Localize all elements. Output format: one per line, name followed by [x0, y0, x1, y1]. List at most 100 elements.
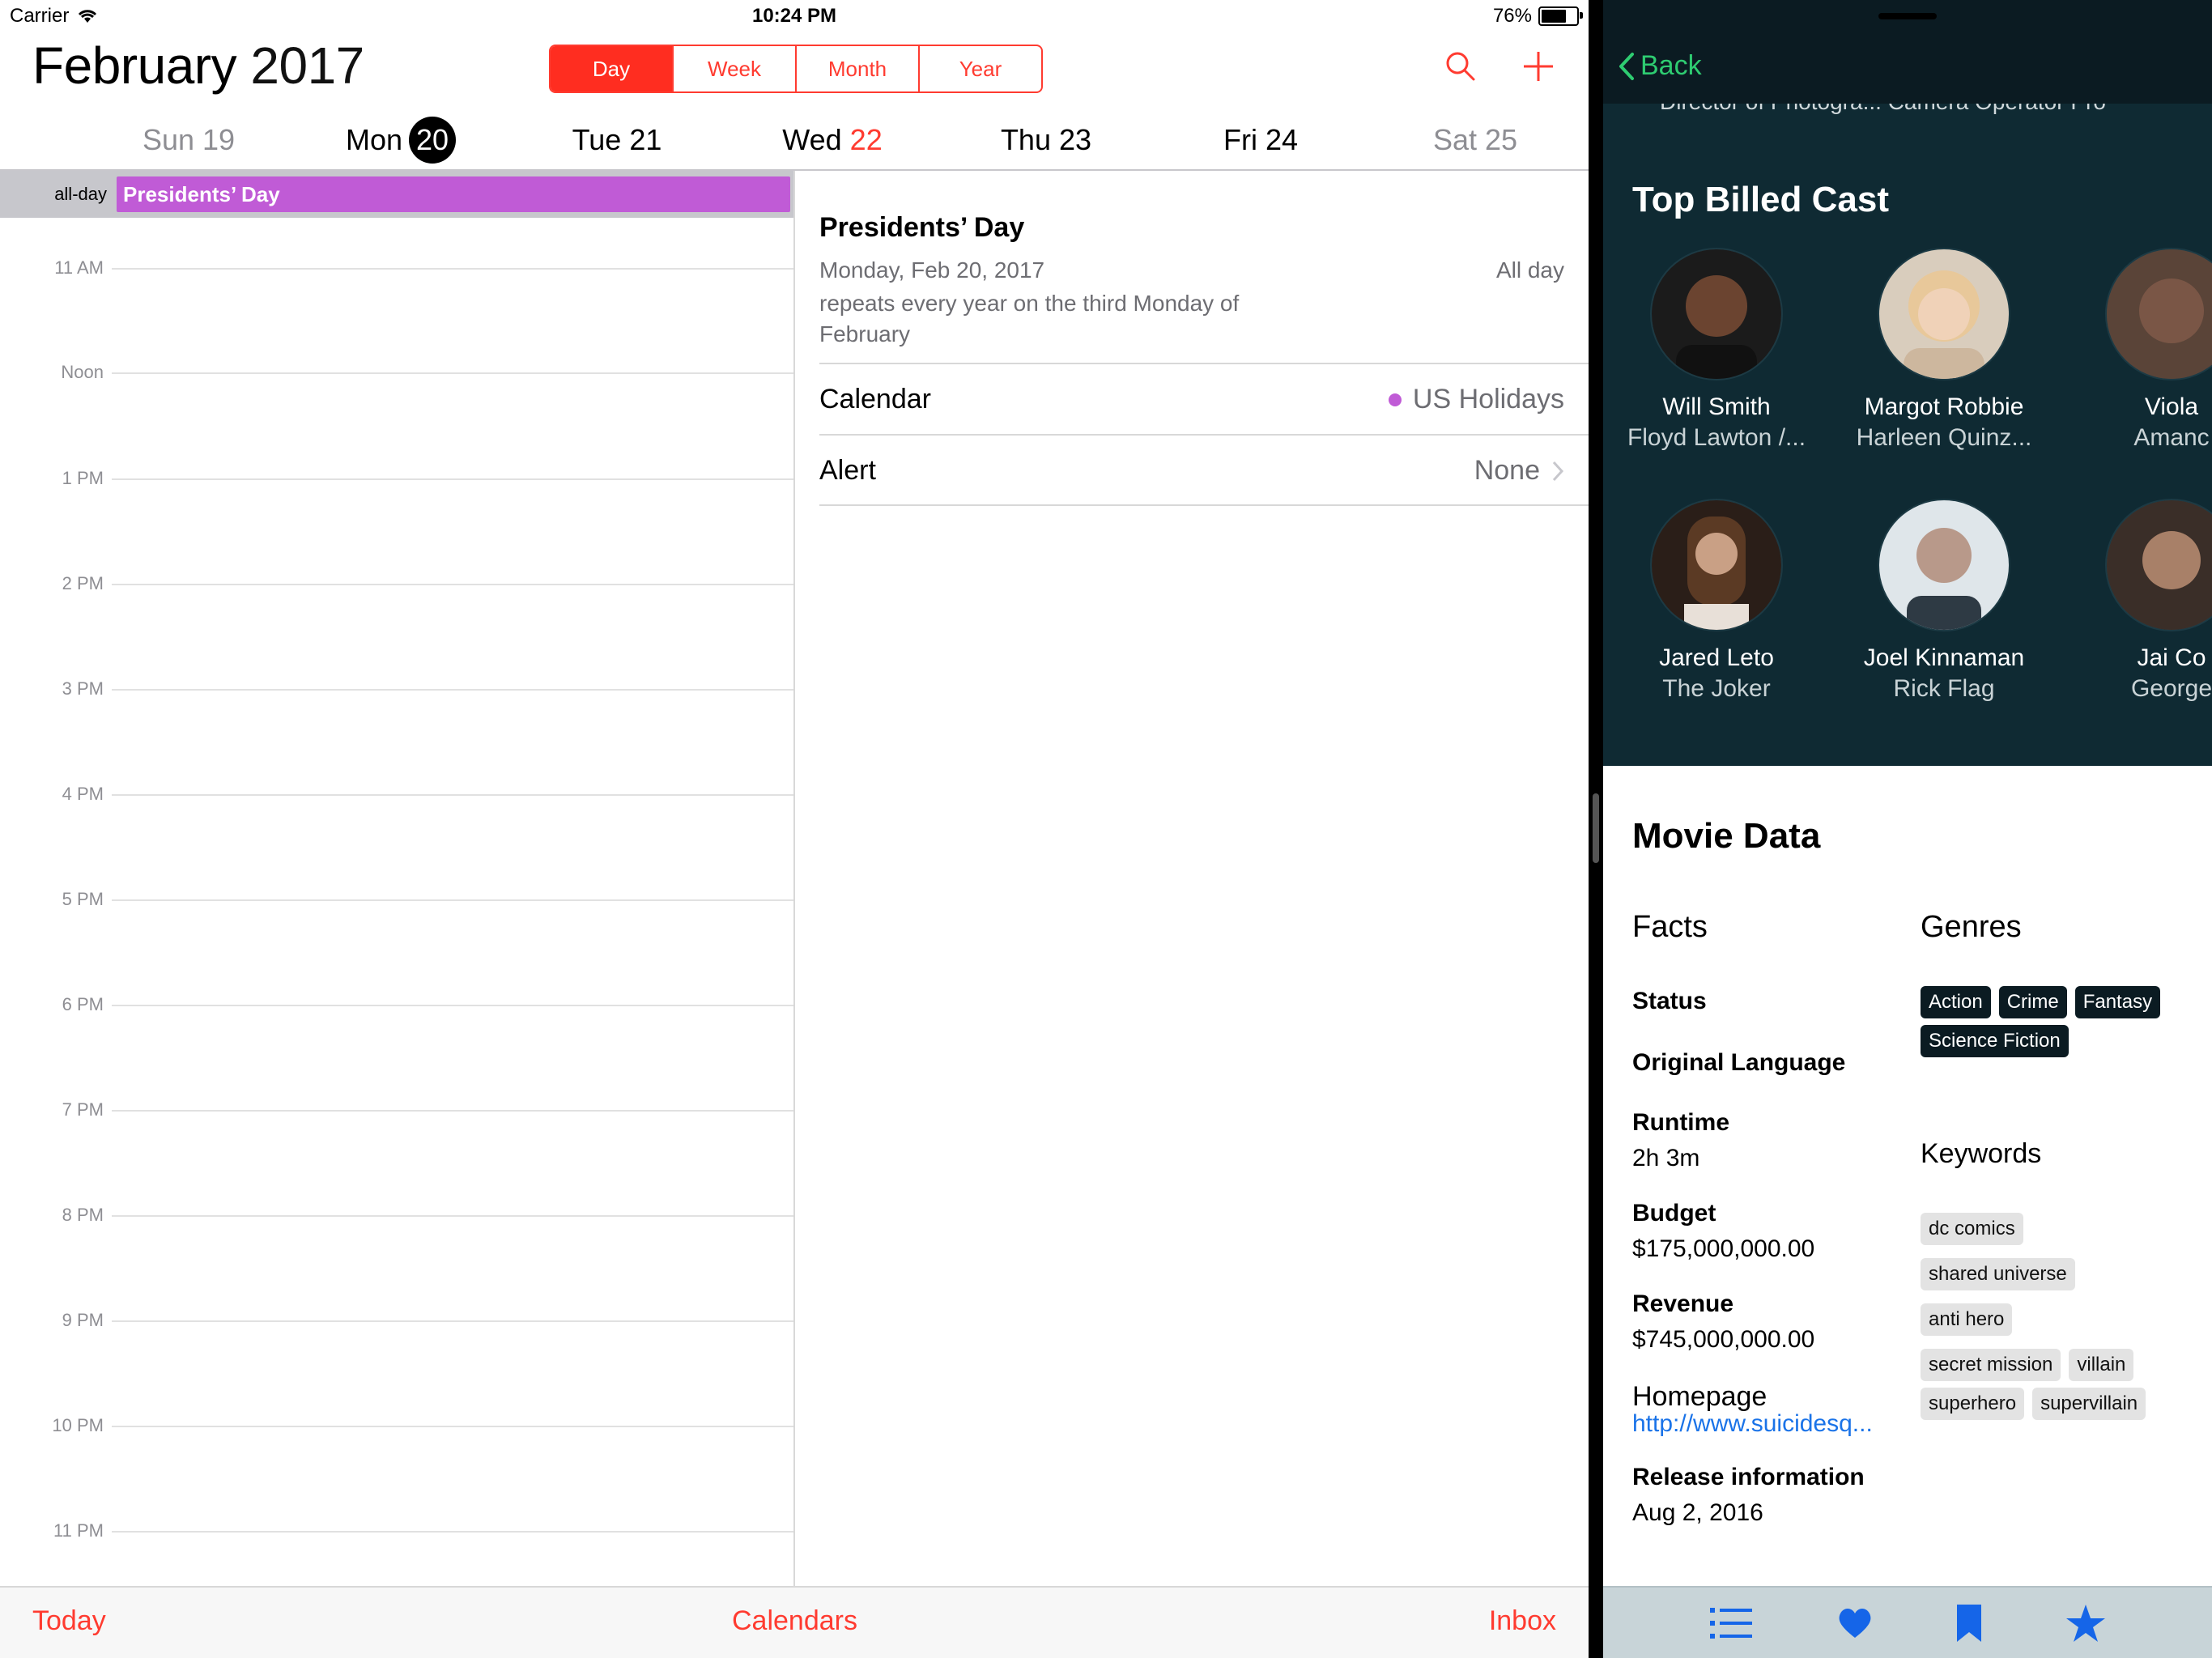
bookmark-icon[interactable] [1957, 1604, 1982, 1642]
runtime-label: Runtime [1632, 1109, 1729, 1136]
keyword-chip[interactable]: supervillain [2032, 1388, 2146, 1420]
genres-heading: Genres [1921, 910, 2022, 944]
cast-name: Margot Robbie [1864, 393, 2024, 420]
homepage-label: Homepage [1632, 1381, 1767, 1412]
keyword-chip[interactable]: shared universe [1921, 1258, 2075, 1290]
hour-line [112, 372, 793, 374]
cast-role: Amanc [2133, 424, 2210, 451]
runtime-value: 2h 3m [1632, 1145, 1700, 1171]
split-view-divider[interactable] [1589, 0, 1603, 1658]
day-fri[interactable]: Fri 24 [1155, 113, 1366, 167]
hour-label: 9 PM [62, 1310, 104, 1330]
cast-card[interactable]: Joel Kinnaman Rick Flag [1831, 499, 2057, 703]
day-wed-today[interactable]: Wed 22 [727, 113, 938, 167]
hour-row: 6 PM [0, 994, 793, 1014]
day-name: Fri [1223, 123, 1257, 156]
search-button[interactable] [1436, 42, 1485, 91]
day-name: Mon [345, 123, 403, 156]
all-day-event[interactable]: Presidents’ Day [117, 176, 790, 212]
cast-card[interactable]: Viola Amanc [2058, 248, 2212, 452]
inbox-button[interactable]: Inbox [1489, 1605, 1556, 1637]
separator [819, 434, 1589, 436]
day-sun[interactable]: Sun 19 [83, 113, 294, 167]
hour-label: 10 PM [52, 1415, 104, 1435]
budget-label: Budget [1632, 1200, 1716, 1226]
cast-role: Harleen Quinz... [1856, 424, 2032, 451]
all-day-label: all-day [54, 184, 107, 204]
hour-label: 2 PM [62, 573, 104, 593]
cast-card[interactable]: Will Smith Floyd Lawton /... [1603, 248, 1830, 452]
release-value: Aug 2, 2016 [1632, 1499, 1763, 1526]
calendars-button[interactable]: Calendars [732, 1605, 857, 1637]
release-label: Release information [1632, 1464, 1865, 1490]
hour-row: 11 AM [0, 257, 793, 278]
revenue-label: Revenue [1632, 1290, 1734, 1317]
alert-value: None [1474, 455, 1540, 486]
facts-heading: Facts [1632, 910, 1708, 944]
hour-row: 8 PM [0, 1205, 793, 1225]
segment-year[interactable]: Year [918, 46, 1041, 91]
keyword-chip[interactable]: dc comics [1921, 1213, 2023, 1245]
hour-row: 4 PM [0, 784, 793, 804]
hour-label: 5 PM [62, 889, 104, 909]
alert-row-label: Alert [819, 455, 876, 486]
homepage-link[interactable]: http://www.suicidesq... [1632, 1410, 1873, 1438]
back-button[interactable]: Back [1618, 50, 1702, 82]
cast-card[interactable]: Margot Robbie Harleen Quinz... [1831, 248, 2057, 452]
segment-day[interactable]: Day [551, 46, 672, 91]
calendar-tab-bar: Today Calendars Inbox [0, 1586, 1589, 1658]
day-tue[interactable]: Tue 21 [512, 113, 722, 167]
segment-week[interactable]: Week [672, 46, 795, 91]
day-sat[interactable]: Sat 25 [1370, 113, 1580, 167]
search-icon [1446, 52, 1475, 81]
keyword-chip[interactable]: villain [2069, 1349, 2134, 1381]
hour-line [112, 478, 793, 480]
hour-line [112, 1215, 793, 1217]
list-icon[interactable] [1710, 1605, 1753, 1641]
cast-heading: Top Billed Cast [1632, 180, 1889, 219]
genre-chip[interactable]: Fantasy [2074, 986, 2161, 1018]
status-battery: 76% [1493, 5, 1583, 28]
day-thu[interactable]: Thu 23 [941, 113, 1151, 167]
hour-row: 9 PM [0, 1310, 793, 1330]
calendar-row-value[interactable]: US Holidays [1388, 384, 1564, 415]
separator [819, 363, 1589, 364]
keyword-chip[interactable]: secret mission [1921, 1349, 2061, 1381]
hour-label: 11 AM [54, 257, 104, 278]
calendar-row-label: Calendar [819, 384, 931, 414]
cast-name: Jared Leto [1659, 644, 1774, 671]
avatar [2105, 248, 2212, 380]
hour-label: 1 PM [62, 468, 104, 488]
cast-card[interactable]: Jai Co George [2058, 499, 2212, 703]
cast-card[interactable]: Jared Leto The Joker [1603, 499, 1830, 703]
cast-name: Jai Co [2137, 644, 2206, 671]
status-time: 10:24 PM [751, 5, 837, 27]
chevron-right-icon [1552, 461, 1564, 481]
hour-label: 4 PM [62, 784, 104, 804]
hour-row: 1 PM [0, 468, 793, 488]
segment-month[interactable]: Month [795, 46, 918, 91]
genre-chip[interactable]: Crime [1998, 986, 2067, 1018]
multitask-grabber[interactable] [1878, 13, 1937, 19]
cast-role: Rick Flag [1893, 675, 1995, 702]
split-view-handle[interactable] [1593, 793, 1599, 863]
cast-name: Joel Kinnaman [1863, 644, 2025, 671]
today-button[interactable]: Today [32, 1605, 106, 1637]
star-icon[interactable] [2065, 1604, 2105, 1642]
genre-chip[interactable]: Science Fiction [1921, 1025, 2069, 1057]
hour-row: 3 PM [0, 678, 793, 699]
genre-chip[interactable]: Action [1921, 986, 1991, 1018]
add-event-button[interactable] [1514, 42, 1563, 91]
title-month: February [32, 36, 237, 95]
hour-row: 7 PM [0, 1099, 793, 1120]
heart-icon[interactable] [1837, 1607, 1873, 1639]
day-name: Sun [142, 123, 194, 156]
hour-line [112, 1531, 793, 1533]
calendar-color-dot [1388, 393, 1402, 406]
day-mon-selected[interactable]: Mon 20 [296, 113, 506, 167]
alert-row-value[interactable]: None [1474, 455, 1564, 487]
cast-role: Floyd Lawton /... [1627, 424, 1806, 451]
keyword-chip[interactable]: anti hero [1921, 1303, 2013, 1336]
hour-label: Noon [61, 362, 104, 382]
keyword-chip[interactable]: superhero [1921, 1388, 2025, 1420]
